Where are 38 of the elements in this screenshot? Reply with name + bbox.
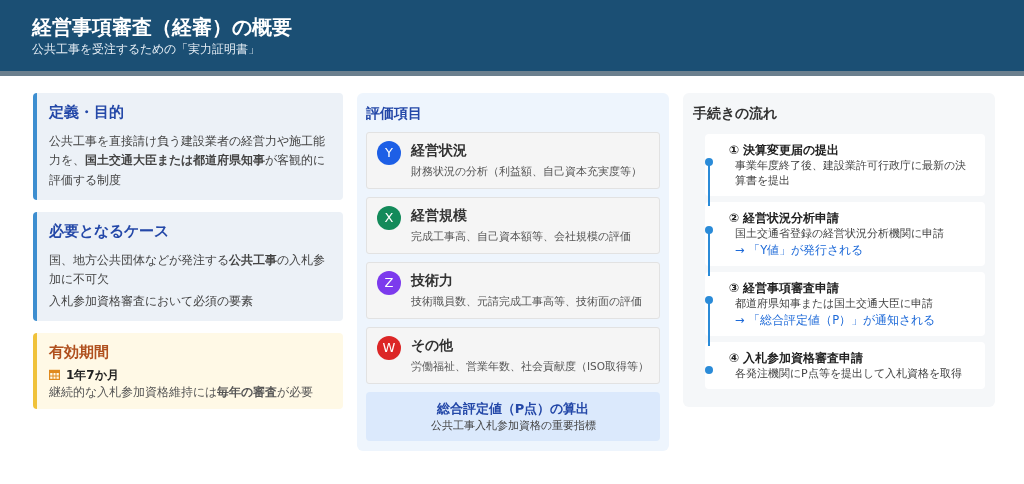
card-text: 入札参加資格審査において必須の要素 (49, 292, 254, 310)
step-title: ③ 経営事項審査申請 (729, 279, 841, 297)
item-title: 技術力 (411, 270, 454, 290)
item-description: 完成工事高、自己資本額等、会社規模の評価 (411, 229, 631, 245)
period-note: 継続的な入札参加資格維持には毎年の審査が必要 (49, 383, 314, 401)
item-description: 労働福祉、営業年数、社会貢献度（ISO取得等） (411, 359, 650, 374)
period-value: 1年7か月 (66, 366, 119, 384)
step-description: 各発注機関にP点等を提出して入札資格を取得 (734, 366, 963, 382)
item-title: 経営規模 (411, 205, 468, 225)
page-subtitle: 公共工事を受注するための「実力証明書」 (32, 41, 261, 58)
item-description: 技術職員数、元請完成工事高等、技術面の評価 (411, 294, 642, 310)
item-description: 財務状況の分析（利益額、自己資本充実度等） (411, 164, 642, 180)
item-title: その他 (411, 335, 454, 354)
total-title: 総合評定値（P点）の算出 (435, 399, 591, 418)
step-description: 国土交通省登録の経営状況分析機関に申請 (734, 226, 945, 242)
total-subtitle: 公共工事入札参加資格の重要指標 (429, 418, 597, 434)
letter-badge: Z (377, 270, 401, 295)
step-description: 都道府県知事または国土交通大臣に申請 (734, 296, 934, 312)
card-text: 公共工事を直接請け負う建設業者の経営力や施工能力を、国土交通大臣または都道府県知事が客観的に評価する制度 (49, 132, 326, 189)
page-title: 経営事項審査（経審）の概要 (32, 14, 293, 40)
letter-badge: X (377, 205, 401, 230)
panel-title: 評価項目 (366, 104, 423, 123)
timeline-dot (705, 158, 713, 166)
letter-badge: Y (377, 141, 401, 165)
step-result: → 「総合評定値（P）」が通知される (734, 311, 937, 329)
calendar-icon (49, 369, 60, 381)
panel-title: 手続きの流れ (693, 104, 778, 123)
letter-badge: W (377, 335, 401, 360)
step-result: → 「Y値」が発行される (734, 241, 865, 259)
step-title: ④ 入札参加資格審査申請 (729, 349, 865, 367)
card-title: 必要となるケース (49, 221, 170, 243)
step-description: 事業年度終了後、建設業許可行政庁に最新の決算書を提出 (734, 159, 967, 189)
card-title: 定義・目的 (49, 102, 125, 123)
step-title: ② 経営状況分析申請 (729, 209, 841, 227)
item-title: 経営状況 (411, 141, 468, 160)
card-title: 有効期間 (49, 342, 110, 364)
step-title: ① 決算変更届の提出 (729, 142, 841, 159)
card-text: 国、地方公共団体などが発注する公共工事の入札参加に不可欠 (49, 251, 326, 289)
